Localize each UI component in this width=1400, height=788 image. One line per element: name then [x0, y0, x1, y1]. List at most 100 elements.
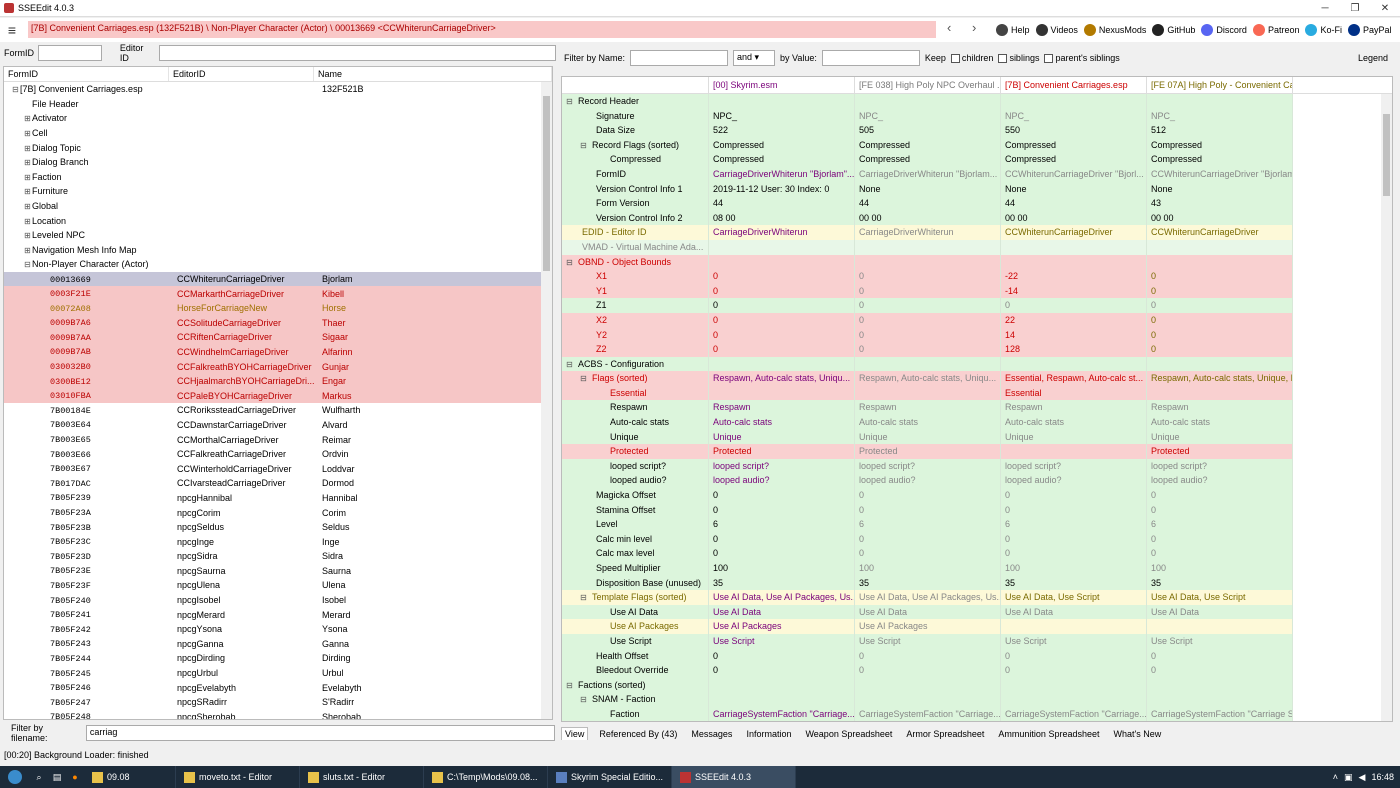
record-row[interactable]: Calc min level 0 0 0 0 [562, 531, 1392, 547]
field-value[interactable]: NPC_ [1001, 108, 1147, 124]
field-value[interactable]: None [1001, 181, 1147, 197]
firefox-icon[interactable]: ● [66, 772, 84, 782]
field-value[interactable]: 6 [1001, 517, 1147, 532]
field-value[interactable]: 0 [709, 312, 855, 328]
field-value[interactable]: 35 [709, 575, 855, 591]
field-value[interactable]: CarriageDriverWhiterun [855, 225, 1001, 240]
field-value[interactable]: looped audio? [709, 473, 855, 489]
field-value[interactable]: 0 [1147, 298, 1293, 313]
expand-icon[interactable]: ⊟ [566, 97, 574, 106]
tree-row[interactable]: 7B05F244 npcgDirding Dirding [4, 651, 552, 666]
record-row[interactable]: Essential Essential [562, 385, 1392, 401]
field-value[interactable]: Unique [1147, 429, 1293, 445]
field-value[interactable]: 0 [1147, 283, 1293, 299]
record-row[interactable]: looped audio? looped audio? looped audio? l… [562, 473, 1392, 489]
record-row[interactable]: looped script? looped script? looped scrip… [562, 458, 1392, 474]
field-value[interactable]: -14 [1001, 283, 1147, 299]
field-value[interactable]: 0 [1001, 648, 1147, 664]
field-value[interactable]: Use Script [1147, 633, 1293, 649]
record-row[interactable]: Y2 0 0 14 0 [562, 327, 1392, 343]
field-value[interactable]: 0 [855, 663, 1001, 678]
field-value[interactable]: CCWhiterunCarriageDriver "Bjorl... [1001, 166, 1147, 182]
field-value[interactable]: None [855, 181, 1001, 197]
record-row[interactable]: FormID CarriageDriverWhiterun "Bjorlam"..… [562, 166, 1392, 182]
tree-row[interactable]: 030032B0 CCFalkreathBYOHCarriageDriver Gun… [4, 359, 552, 374]
field-value[interactable]: Compressed [855, 137, 1001, 153]
record-view[interactable]: [00] Skyrim.esm [FE 038] High Poly NPC Ov… [561, 76, 1393, 722]
field-value[interactable] [855, 692, 1001, 707]
expand-icon[interactable]: ⊟ [580, 593, 588, 602]
field-value[interactable]: 100 [1147, 561, 1293, 576]
tree-row[interactable]: 7B05F23D npcgSidra Sidra [4, 549, 552, 564]
field-value[interactable]: 100 [709, 561, 855, 576]
field-value[interactable]: Unique [855, 429, 1001, 445]
tree-row[interactable]: ⊞Cell [4, 126, 552, 141]
field-value[interactable]: 22 [1001, 312, 1147, 328]
field-value[interactable]: Compressed [1147, 152, 1293, 167]
field-value[interactable]: 0 [1147, 269, 1293, 284]
field-value[interactable]: 100 [1001, 561, 1147, 576]
link-discord[interactable]: Discord [1201, 24, 1247, 36]
record-row[interactable]: Compressed Compressed Compressed Compressed… [562, 152, 1392, 167]
record-row[interactable]: ⊟ SNAM - Faction [562, 692, 1392, 707]
field-value[interactable]: Unique [1001, 429, 1147, 445]
minimize-button[interactable]: ─ [1310, 0, 1340, 17]
expand-icon[interactable]: ⊟ [24, 260, 32, 269]
close-button[interactable]: ✕ [1370, 0, 1400, 17]
record-row[interactable]: Bleedout Override 0 0 0 0 [562, 663, 1392, 678]
link-help[interactable]: Help [996, 24, 1030, 36]
tab-armor-spreadsheet[interactable]: Armor Spreadsheet [903, 728, 987, 740]
tree-row[interactable]: 0009B7AB CCWindhelmCarriageDriver Alfarinn [4, 344, 552, 360]
tab-information[interactable]: Information [743, 728, 794, 740]
forward-icon[interactable]: › [972, 20, 976, 35]
field-value[interactable] [709, 692, 855, 707]
field-value[interactable]: 0 [855, 648, 1001, 664]
record-row[interactable]: ⊟ Template Flags (sorted) Use AI Data, Use… [562, 590, 1392, 605]
tab-messages[interactable]: Messages [688, 728, 735, 740]
field-value[interactable]: 14 [1001, 327, 1147, 343]
field-value[interactable] [709, 239, 855, 255]
tree-row[interactable]: 7B05F247 npcgSRadirr S'Radirr [4, 695, 552, 710]
editorid-input[interactable] [158, 45, 556, 61]
field-value[interactable]: CarriageSystemFaction "Carriage System V… [1147, 706, 1293, 721]
tree-row[interactable]: ⊟[7B] Convenient Carriages.esp 132F521B [4, 82, 552, 97]
field-value[interactable]: 0 [855, 546, 1001, 561]
plugin-column-header[interactable] [562, 77, 709, 93]
record-row[interactable]: X1 0 0 -22 0 [562, 269, 1392, 284]
taskbar-item[interactable]: 09.08 [84, 766, 176, 788]
field-value[interactable]: 0 [855, 531, 1001, 547]
record-row[interactable]: Health Offset 0 0 0 0 [562, 648, 1392, 664]
record-row[interactable]: ⊟ ACBS - Configuration [562, 356, 1392, 372]
tab-weapon-spreadsheet[interactable]: Weapon Spreadsheet [802, 728, 895, 740]
field-value[interactable]: 44 [1001, 196, 1147, 211]
field-value[interactable]: CarriageSystemFaction "Carriage... [855, 706, 1001, 721]
field-value[interactable] [709, 385, 855, 401]
link-videos[interactable]: Videos [1035, 24, 1078, 36]
tree-row[interactable]: 7B05F246 npcgEvelabyth Evelabyth [4, 680, 552, 695]
field-value[interactable]: 44 [709, 196, 855, 211]
field-value[interactable]: NPC_ [855, 108, 1001, 124]
tab-view[interactable]: View [561, 727, 589, 740]
field-value[interactable]: Respawn, Auto-calc stats, Uniqu... [855, 371, 1001, 386]
field-value[interactable]: 0 [855, 488, 1001, 503]
field-value[interactable]: 0 [709, 283, 855, 299]
filter-value-input[interactable] [821, 50, 920, 66]
field-value[interactable]: 0 [1001, 298, 1147, 313]
field-value[interactable] [1001, 692, 1147, 707]
col-editorid[interactable]: EditorID [169, 67, 314, 81]
field-value[interactable]: CarriageDriverWhiterun [709, 225, 855, 240]
field-value[interactable] [855, 254, 1001, 270]
expand-icon[interactable]: ⊞ [24, 173, 32, 182]
field-value[interactable] [709, 94, 855, 109]
record-row[interactable]: Use AI Data Use AI Data Use AI Data Use AI … [562, 604, 1392, 620]
record-row[interactable]: Version Control Info 1 2019-11-12 User: 3… [562, 181, 1392, 197]
record-row[interactable]: Faction CarriageSystemFaction "Carriage..… [562, 706, 1392, 721]
record-row[interactable]: Disposition Base (unused) 35 35 35 35 [562, 575, 1392, 591]
field-value[interactable]: 00 00 [1147, 210, 1293, 226]
tree-row[interactable]: 00013669 CCWhiterunCarriageDriver Bjorlam [4, 271, 552, 287]
tree-row[interactable]: File Header [4, 97, 552, 112]
col-formid[interactable]: FormID [4, 67, 169, 81]
field-value[interactable]: Compressed [709, 137, 855, 153]
field-value[interactable]: 0 [709, 342, 855, 357]
field-value[interactable] [1001, 444, 1147, 459]
